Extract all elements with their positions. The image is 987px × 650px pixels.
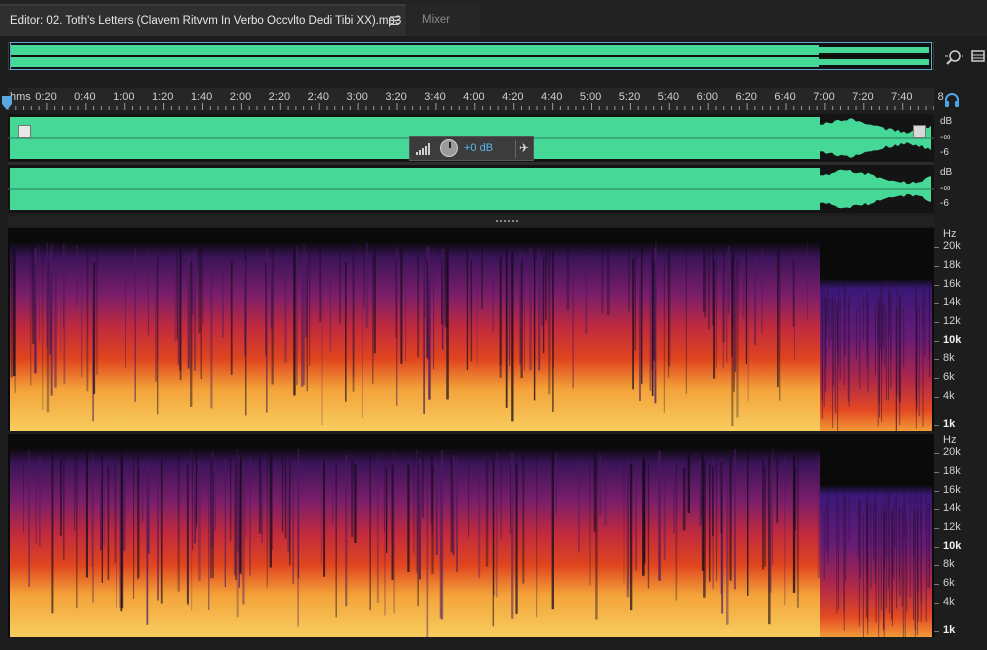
fade-in-handle-icon[interactable] bbox=[18, 125, 31, 138]
volume-knob[interactable] bbox=[440, 139, 458, 157]
frequency-label: 16k bbox=[943, 484, 961, 496]
frequency-label: 12k bbox=[943, 315, 961, 327]
spectrogram-left bbox=[8, 228, 934, 431]
time-ruler[interactable]: hms 0:20 0:40 1:00 1:20 1:40 2:00 2:20 2:40 3:00… bbox=[8, 88, 934, 110]
frequency-label: 20k bbox=[943, 240, 961, 252]
volume-value[interactable]: +0 dB bbox=[464, 142, 493, 154]
frequency-label: 8k bbox=[943, 352, 955, 364]
frequency-label: 20k bbox=[943, 446, 961, 458]
waveform-track-right[interactable] bbox=[8, 165, 934, 213]
frequency-label: 16k bbox=[943, 278, 961, 290]
frequency-tick bbox=[934, 547, 939, 548]
tab-mixer[interactable]: Mixer bbox=[407, 4, 479, 36]
zoom-icon[interactable] bbox=[945, 48, 963, 66]
db-label: -∞ bbox=[940, 132, 950, 143]
playhead-marker[interactable] bbox=[2, 96, 12, 110]
frequency-label: 18k bbox=[943, 465, 961, 477]
track-divider bbox=[8, 162, 934, 165]
frequency-label: 14k bbox=[943, 296, 961, 308]
frequency-label: 1k bbox=[943, 418, 955, 430]
spectral-display-right[interactable] bbox=[8, 434, 934, 637]
db-label: -6 bbox=[940, 198, 949, 209]
view-splitter[interactable] bbox=[8, 216, 934, 226]
frequency-tick bbox=[934, 341, 939, 342]
frequency-tick bbox=[934, 322, 939, 323]
frequency-tick bbox=[934, 491, 939, 492]
volume-hud[interactable]: +0 dB ✈ bbox=[409, 136, 534, 161]
frequency-label: 10k bbox=[943, 334, 961, 346]
tab-mixer-label: Mixer bbox=[422, 14, 450, 26]
frequency-tick bbox=[934, 453, 939, 454]
frequency-label: 18k bbox=[943, 259, 961, 271]
meter-icon bbox=[416, 142, 432, 155]
frequency-label: 8k bbox=[943, 558, 955, 570]
fade-out-handle-icon[interactable] bbox=[913, 125, 926, 138]
spectral-display-left[interactable] bbox=[8, 228, 934, 431]
frequency-label: 1k bbox=[943, 624, 955, 636]
tab-menu-icon[interactable]: ☰ bbox=[389, 14, 400, 28]
pin-icon[interactable]: ✈ bbox=[519, 141, 529, 155]
frequency-label: 4k bbox=[943, 596, 955, 608]
frequency-label: Hz bbox=[943, 228, 956, 240]
frequency-label: Hz bbox=[943, 434, 956, 446]
db-label: -∞ bbox=[940, 183, 950, 194]
frequency-tick bbox=[934, 472, 939, 473]
splitter-grip-icon[interactable] bbox=[496, 219, 518, 223]
tab-editor[interactable]: Editor: 02. Toth's Letters (Clavem Ritvv… bbox=[0, 4, 406, 36]
db-label: -6 bbox=[940, 147, 949, 158]
frequency-label: 12k bbox=[943, 521, 961, 533]
frequency-label: 4k bbox=[943, 390, 955, 402]
panel-menu-icon[interactable] bbox=[971, 49, 985, 63]
spectrogram-right bbox=[8, 434, 934, 637]
frequency-label: 14k bbox=[943, 502, 961, 514]
frequency-tick bbox=[934, 397, 939, 398]
frequency-label: 10k bbox=[943, 540, 961, 552]
frequency-tick bbox=[934, 378, 939, 379]
frequency-tick bbox=[934, 528, 939, 529]
frequency-tick bbox=[934, 603, 939, 604]
frequency-tick bbox=[934, 266, 939, 267]
db-label: dB bbox=[940, 116, 952, 127]
frequency-tick bbox=[934, 584, 939, 585]
db-label: dB bbox=[940, 167, 952, 178]
ruler-tick-label: 8 bbox=[938, 91, 944, 103]
frequency-label: 6k bbox=[943, 371, 955, 383]
frequency-tick bbox=[934, 359, 939, 360]
overview-view-range[interactable] bbox=[10, 42, 932, 70]
waveform-tail bbox=[8, 165, 934, 213]
frequency-label: 6k bbox=[943, 577, 955, 589]
frequency-tick bbox=[934, 509, 939, 510]
headphone-icon[interactable] bbox=[944, 92, 960, 108]
ruler-tick-marks bbox=[8, 88, 934, 110]
hud-separator bbox=[515, 140, 516, 158]
frequency-tick bbox=[934, 247, 939, 248]
frequency-tick bbox=[934, 285, 939, 286]
frequency-tick bbox=[934, 303, 939, 304]
frequency-tick bbox=[934, 425, 939, 426]
frequency-tick bbox=[934, 631, 939, 632]
frequency-tick bbox=[934, 565, 939, 566]
tab-editor-label: Editor: 02. Toth's Letters (Clavem Ritvv… bbox=[10, 15, 401, 27]
